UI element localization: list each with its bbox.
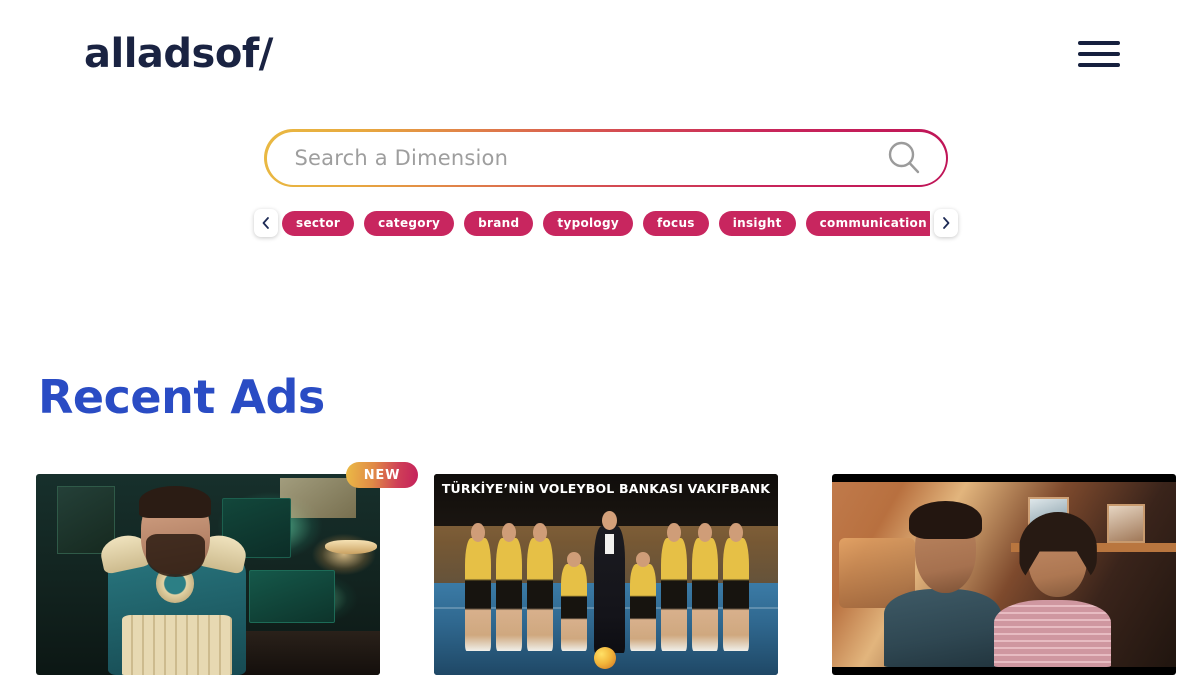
search-icon[interactable] [880,134,928,182]
volleyball-player [526,522,553,651]
search-bar-inner [266,131,946,185]
status-badge-new[interactable]: NEW [346,462,418,488]
search-bar[interactable] [264,129,948,187]
superhero-skirt [122,614,233,675]
site-header: alladsof/ [0,0,1200,108]
desk-lamp-decor [324,540,377,555]
volleyball-player [692,522,718,651]
man-hair [909,500,982,540]
ad-card-thumbnail: TÜRKİYE’NİN VOLEYBOL BANKASI VAKIFBANK [434,474,778,675]
ad-card-smiling-couple[interactable] [832,474,1176,675]
ad-card-thumbnail [832,474,1176,675]
ad-card-superhero-office[interactable]: NEW [36,462,418,675]
search-input[interactable] [294,146,880,170]
recent-ads-grid: NEW TÜRKİYE’NİN VOLEYBOL BANKASI VAKIFBA… [36,462,1176,675]
filter-chip-communication[interactable]: communication [805,210,930,236]
chevron-right-icon[interactable] [934,209,958,237]
filter-chips-track: sector category brand typology focus ins… [282,208,930,238]
framed-picture-2 [1107,504,1146,544]
wall-map-decor [280,478,356,519]
superhero-hair [139,486,212,519]
monitor-screen-2 [249,570,336,623]
volleyball-player [561,552,588,651]
hamburger-bar-1 [1078,41,1120,45]
filter-chips-row: sector category brand typology focus ins… [254,208,958,238]
volleyball-player [495,522,522,651]
chevron-left-icon[interactable] [254,209,278,237]
filter-chips-viewport: sector category brand typology focus ins… [282,208,930,238]
hamburger-bar-3 [1078,63,1120,67]
filter-chip-brand[interactable]: brand [464,210,534,236]
volleyball-team-image: TÜRKİYE’NİN VOLEYBOL BANKASI VAKIFBANK [434,474,778,675]
filter-chip-focus[interactable]: focus [642,210,709,236]
man-torso [883,589,1001,667]
section-title-recent-ads: Recent Ads [38,370,325,424]
volleyball-coach [593,511,625,653]
superhero-beard [146,534,205,577]
volleyball-player [722,522,749,651]
couple-scene [832,482,1176,667]
filter-chip-sector[interactable]: sector [282,210,355,236]
search-section [264,129,948,187]
filter-chip-insight[interactable]: insight [718,210,796,236]
page-root: alladsof/ Search a Dimension sector cate… [0,0,1200,675]
filter-chip-typology[interactable]: typology [543,210,633,236]
smiling-couple-image [832,474,1176,675]
ad-card-thumbnail [36,474,380,675]
hamburger-bar-2 [1078,52,1120,56]
ad-overlay-title: TÜRKİYE’NİN VOLEYBOL BANKASI VAKIFBANK [441,481,771,496]
volleyball-player [630,552,656,651]
site-logo[interactable]: alladsof/ [84,34,273,74]
woman-torso [993,600,1111,667]
superhero-office-image [36,474,380,675]
volleyball-player [661,522,687,651]
hamburger-menu-icon[interactable] [1078,38,1120,70]
ad-card-vakifbank-volleyball[interactable]: TÜRKİYE’NİN VOLEYBOL BANKASI VAKIFBANK [434,474,778,675]
volleyball-player [464,522,491,651]
filter-chip-category[interactable]: category [364,210,455,236]
